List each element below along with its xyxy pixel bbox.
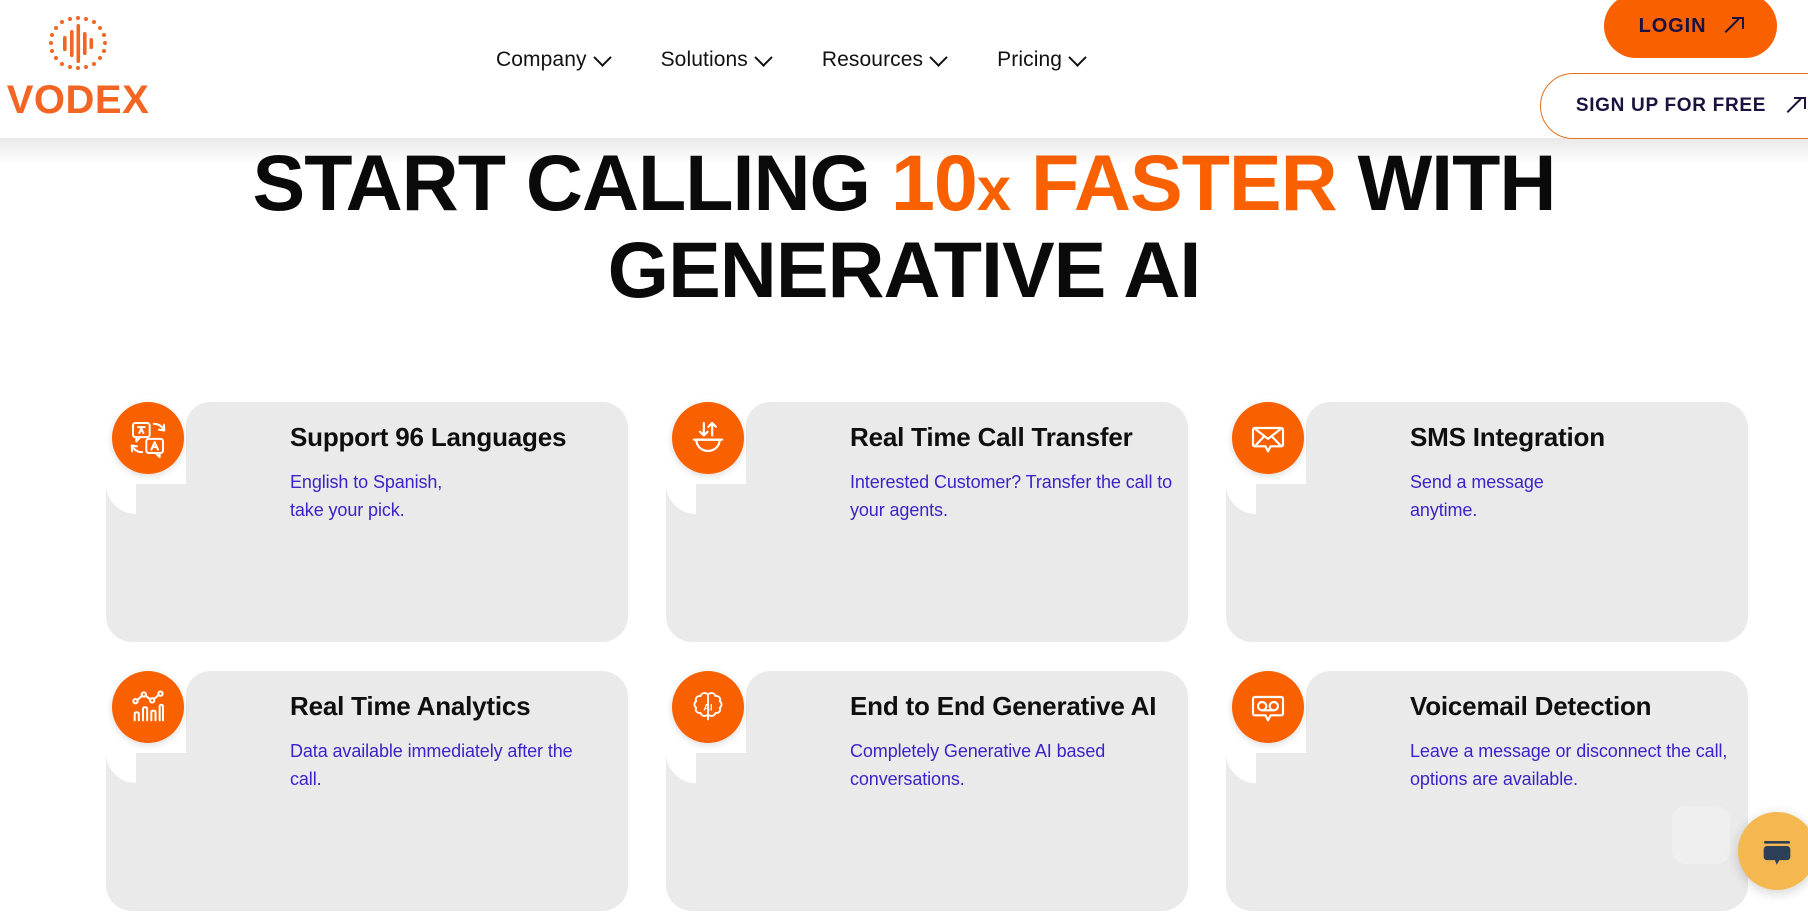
feature-card-support-96-languages[interactable]: Support 96 Languages English to Spanish,…: [106, 402, 628, 642]
card-title: Voicemail Detection: [1410, 691, 1652, 721]
nav-label: Company: [496, 48, 587, 71]
card-content: SMS Integration Send a message anytime.: [1410, 402, 1808, 525]
card-description: Leave a message or disconnect the call, o…: [1410, 741, 1728, 789]
card-content: Support 96 Languages English to Spanish,…: [290, 402, 690, 525]
headline-part-1: START CALLING: [252, 138, 891, 227]
brain-ai-icon: AI: [672, 671, 744, 743]
envelope-message-icon: [1232, 402, 1304, 474]
feature-row-1: Support 96 Languages English to Spanish,…: [0, 402, 1808, 642]
login-button-label: LOGIN: [1638, 14, 1707, 37]
chevron-down-icon: [754, 47, 773, 67]
feature-card-voicemail-detection[interactable]: Voicemail Detection Leave a message or d…: [1226, 671, 1748, 911]
card-description: English to Spanish, take your pick.: [290, 472, 443, 520]
card-content: Real Time Analytics Data available immed…: [290, 671, 690, 794]
brand-logo[interactable]: VODEX: [7, 12, 149, 124]
voicemail-icon: [1232, 671, 1304, 743]
card-description: Interested Customer? Transfer the call t…: [850, 472, 1173, 520]
chat-bubble-icon: [1763, 841, 1791, 865]
call-transfer-icon: [672, 402, 744, 474]
hero-section: START CALLING 10x FASTER WITH GENERATIVE…: [0, 138, 1808, 315]
headline-part-2: WITH: [1336, 138, 1557, 227]
site-header: VODEX Company Solutions Resources Pricin…: [0, 0, 1808, 139]
translate-languages-icon: [112, 402, 184, 474]
card-description: Data available immediately after the call…: [290, 741, 573, 789]
chevron-down-icon: [929, 47, 948, 67]
signup-button[interactable]: SIGN UP FOR FREE: [1540, 73, 1808, 139]
nav-label: Solutions: [660, 48, 748, 71]
page-root: VODEX Company Solutions Resources Pricin…: [0, 0, 1808, 922]
feature-cards-section: Support 96 Languages English to Spanish,…: [0, 402, 1808, 922]
chat-widget-button[interactable]: [1738, 812, 1808, 890]
nav-item-company[interactable]: Company: [470, 44, 635, 76]
svg-text:AI: AI: [703, 702, 712, 712]
card-title: End to End Generative AI: [850, 691, 1157, 721]
nav-item-resources[interactable]: Resources: [796, 44, 971, 76]
card-notch-curve: [106, 484, 136, 514]
headline-accent: 10x FASTER: [890, 138, 1338, 227]
feature-card-real-time-analytics[interactable]: Real Time Analytics Data available immed…: [106, 671, 628, 911]
page-title: START CALLING 10x FASTER WITH GENERATIVE…: [0, 143, 1808, 315]
feature-card-real-time-call-transfer[interactable]: Real Time Call Transfer Interested Custo…: [666, 402, 1188, 642]
feature-card-sms-integration[interactable]: SMS Integration Send a message anytime.: [1226, 402, 1748, 642]
nav-item-solutions[interactable]: Solutions: [635, 44, 796, 76]
nav-item-pricing[interactable]: Pricing: [971, 44, 1110, 76]
card-title: SMS Integration: [1410, 422, 1605, 452]
bar-chart-analytics-icon: [112, 671, 184, 743]
nav-label: Resources: [821, 48, 924, 71]
headline-accent-number: 10: [890, 138, 978, 227]
nav-label: Pricing: [997, 48, 1063, 71]
arrow-up-right-icon: [1788, 97, 1807, 114]
card-notch-curve: [106, 753, 136, 783]
card-description: Send a message anytime.: [1410, 472, 1544, 520]
feature-row-2: Real Time Analytics Data available immed…: [0, 671, 1808, 911]
arrow-up-right-icon: [1726, 17, 1745, 34]
brand-wordmark: VODEX: [6, 78, 150, 122]
card-description: Completely Generative AI based conversati…: [850, 741, 1106, 789]
card-title: Real Time Call Transfer: [850, 422, 1133, 452]
card-content: End to End Generative AI Completely Gene…: [850, 671, 1250, 794]
card-content: Real Time Call Transfer Interested Custo…: [850, 402, 1250, 525]
chevron-down-icon: [1068, 47, 1087, 67]
chat-widget-backdrop: [1672, 806, 1730, 864]
card-title: Support 96 Languages: [290, 422, 567, 452]
headline-accent-rest: FASTER: [1010, 138, 1338, 227]
main-navigation: Company Solutions Resources Pricing: [470, 44, 1110, 76]
sound-wave-logo-icon: [49, 16, 107, 70]
login-button[interactable]: LOGIN: [1604, 0, 1777, 58]
headline-line-2: GENERATIVE AI: [607, 225, 1202, 315]
card-content: Voicemail Detection Leave a message or d…: [1410, 671, 1808, 794]
headline-accent-x: x: [976, 155, 1011, 224]
chevron-down-icon: [592, 47, 612, 67]
card-title: Real Time Analytics: [290, 691, 531, 721]
feature-card-end-to-end-generative-ai[interactable]: AI End to End Generative AI Completely G…: [666, 671, 1188, 911]
signup-button-label: SIGN UP FOR FREE: [1575, 95, 1767, 116]
